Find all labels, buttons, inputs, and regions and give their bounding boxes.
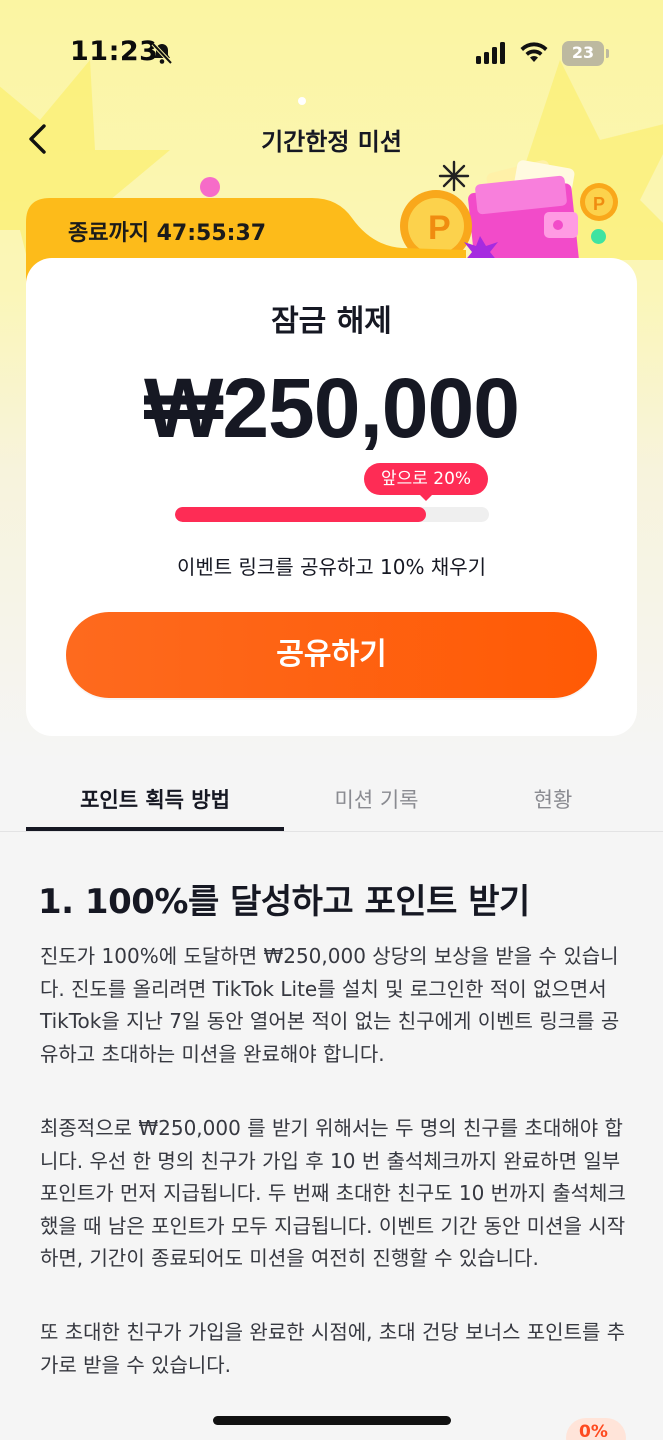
battery-indicator: 23 [562, 41, 604, 66]
bell-muted-icon [151, 42, 173, 65]
tab-bar: 포인트 획득 방법 미션 기록 현황 [0, 762, 663, 834]
unlock-label: 잠금 해제 [271, 304, 392, 339]
status-time: 11:23 [70, 36, 159, 67]
content-paragraph: 진도가 100%에 도달하면 ₩250,000 상당의 보상을 받을 수 있습니… [40, 944, 620, 1066]
countdown-timer: 종료까지 47:55:37 [68, 221, 267, 246]
reward-amount: ₩250,000 [144, 361, 520, 455]
cellular-signal-icon [476, 42, 505, 64]
pink-dot-decoration [200, 177, 220, 197]
floating-progress-value: 0% [579, 1422, 608, 1440]
battery-cap [606, 49, 609, 58]
tab-status[interactable]: 현황 [469, 784, 637, 814]
floating-progress-badge[interactable]: 0% [566, 1418, 626, 1440]
tab-how-to-earn-points[interactable]: 포인트 획득 방법 [26, 784, 284, 814]
status-bar: 11:23 23 [0, 0, 663, 100]
share-button[interactable]: 공유하기 [66, 612, 597, 698]
content-paragraph: 또 초대한 친구가 가입을 완료한 시점에, 초대 건당 보너스 포인트를 추가… [40, 1320, 626, 1377]
wifi-icon [520, 42, 548, 62]
svg-text:P: P [593, 194, 605, 214]
remaining-progress-badge: 앞으로 20% [364, 463, 488, 501]
progress-bar [175, 507, 489, 522]
section-title: 1. 100%를 달성하고 포인트 받기 [38, 882, 530, 922]
progress-bar-fill [175, 507, 427, 522]
tab-mission-history[interactable]: 미션 기록 [284, 784, 469, 814]
white-dot-decoration [298, 97, 306, 105]
tab-divider [0, 831, 663, 832]
content-paragraph: 최종적으로 ₩250,000 를 받기 위해서는 두 명의 친구를 초대해야 합… [40, 1116, 626, 1270]
share-hint-text: 이벤트 링크를 공유하고 10% 채우기 [176, 555, 487, 579]
battery-level: 23 [571, 43, 595, 62]
home-indicator [213, 1416, 451, 1425]
